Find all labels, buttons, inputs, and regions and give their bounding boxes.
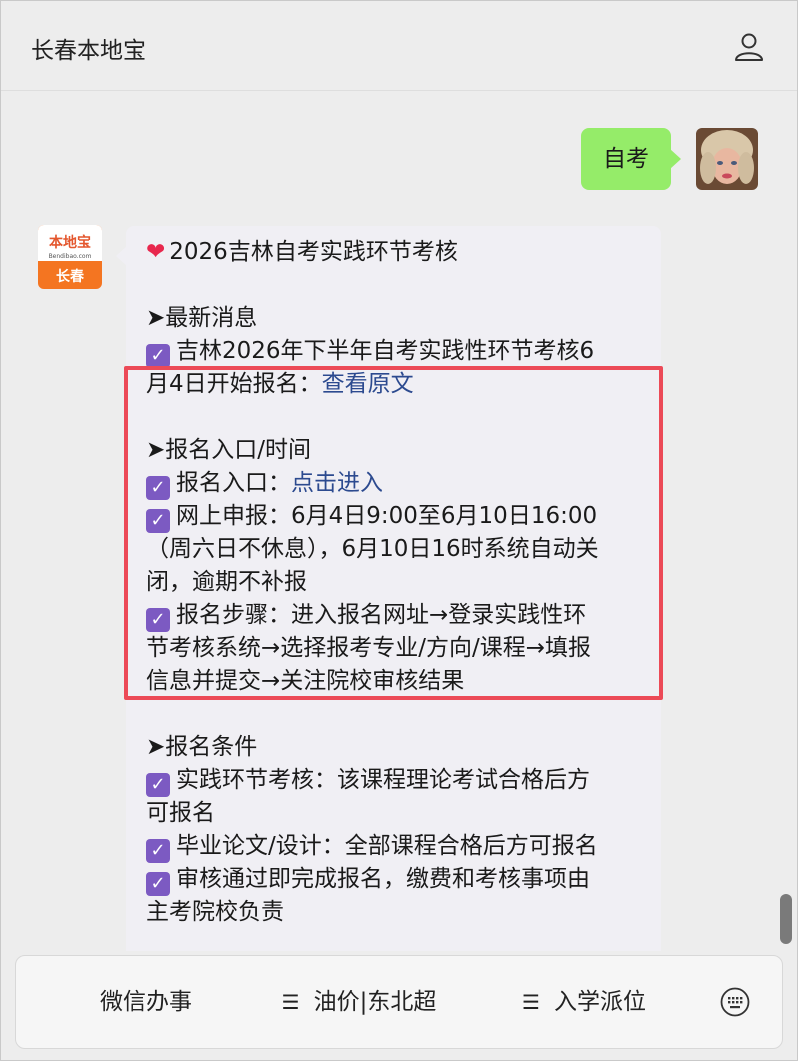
checkbox-checked-icon: ✓ (146, 773, 170, 797)
user-avatar[interactable] (696, 128, 758, 190)
condition-1-line-1: ✓ 实践环节考核：该课程理论考试合格后方 (146, 764, 641, 797)
steps-line-3: 信息并提交→关注院校审核结果 (146, 668, 465, 694)
view-original-link[interactable]: 查看原文 (322, 371, 414, 397)
user-message-bubble[interactable]: 自考 (581, 128, 681, 190)
svg-text:Bendibao.com: Bendibao.com (49, 253, 92, 260)
user-icon[interactable] (731, 29, 767, 65)
menu-item-label: 微信办事 (100, 989, 192, 1015)
condition-3-line-2: 主考院校负责 (146, 899, 284, 925)
menu-item-wechat-services[interactable]: 微信办事 (71, 956, 221, 1048)
condition-3-line-1: ✓ 审核通过即完成报名，缴费和考核事项由 (146, 863, 641, 896)
keyboard-icon[interactable] (719, 986, 751, 1018)
entry-line: ✓ 报名入口：点击进入 (146, 467, 641, 500)
app-title: 长春本地宝 (31, 38, 146, 64)
condition-2: ✓ 毕业论文/设计：全部课程合格后方可报名 (146, 830, 641, 863)
online-line-2: （周六日不休息），6月10日16时系统自动关 (146, 536, 599, 562)
enter-link[interactable]: 点击进入 (291, 470, 383, 496)
svg-text:本地宝: 本地宝 (49, 234, 91, 251)
news-line-2: 月4日开始报名：查看原文 (146, 371, 414, 397)
online-line-3: 闭，逾期不补报 (146, 569, 307, 595)
svg-text:长春: 长春 (56, 268, 85, 285)
section-heading-entry: ➤报名入口/时间 (146, 437, 312, 463)
message-title: 2026吉林自考实践环节考核 (169, 239, 458, 265)
bot-avatar[interactable]: 本地宝 Bendibao.com 长春 (38, 225, 102, 289)
menu-item-oil-price[interactable]: ☰ 油价|东北超 (264, 956, 454, 1048)
condition-1-line-2: 可报名 (146, 800, 215, 826)
checkbox-checked-icon: ✓ (146, 344, 170, 368)
menu-item-label: 入学派位 (553, 989, 646, 1015)
chat-area[interactable]: 自考 本地宝 Bendibao.com 长春 ❤ 2026吉林自考实践环节考核 … (1, 91, 797, 951)
online-line-1: ✓ 网上申报：6月4日9:00至6月10日16:00 (146, 500, 641, 533)
section-heading-news: ➤最新消息 (146, 305, 258, 331)
checkbox-checked-icon: ✓ (146, 608, 170, 632)
header-bar: 长春本地宝 (1, 1, 797, 91)
steps-line-1: ✓ 报名步骤：进入报名网址→登录实践性环 (146, 599, 641, 632)
menu-icon: ☰ (522, 990, 540, 1014)
steps-line-2: 节考核系统→选择报考专业/方向/课程→填报 (146, 635, 592, 661)
checkbox-checked-icon: ✓ (146, 872, 170, 896)
menu-item-label: 油价|东北超 (313, 989, 437, 1015)
checkbox-checked-icon: ✓ (146, 839, 170, 863)
scrollbar-thumb[interactable] (780, 894, 792, 944)
message-title-line: ❤ 2026吉林自考实践环节考核 (146, 236, 641, 269)
checkbox-checked-icon: ✓ (146, 476, 170, 500)
menu-item-school-placement[interactable]: ☰ 入学派位 (504, 956, 664, 1048)
window: 长春本地宝 自考 本地宝 Bendibao.com 长春 ❤ 2026吉林自考实… (0, 0, 798, 1061)
bot-message-bubble[interactable]: ❤ 2026吉林自考实践环节考核 ➤最新消息 ✓ 吉林2026年下半年自考实践性环节… (116, 226, 661, 951)
section-heading-conditions: ➤报名条件 (146, 734, 258, 760)
heart-icon: ❤ (146, 239, 166, 265)
menu-icon: ☰ (281, 990, 300, 1014)
checkbox-checked-icon: ✓ (146, 509, 170, 533)
bottom-menu-bar: 微信办事 ☰ 油价|东北超 ☰ 入学派位 (15, 955, 783, 1049)
news-line-1: ✓ 吉林2026年下半年自考实践性环节考核6 (146, 335, 641, 368)
